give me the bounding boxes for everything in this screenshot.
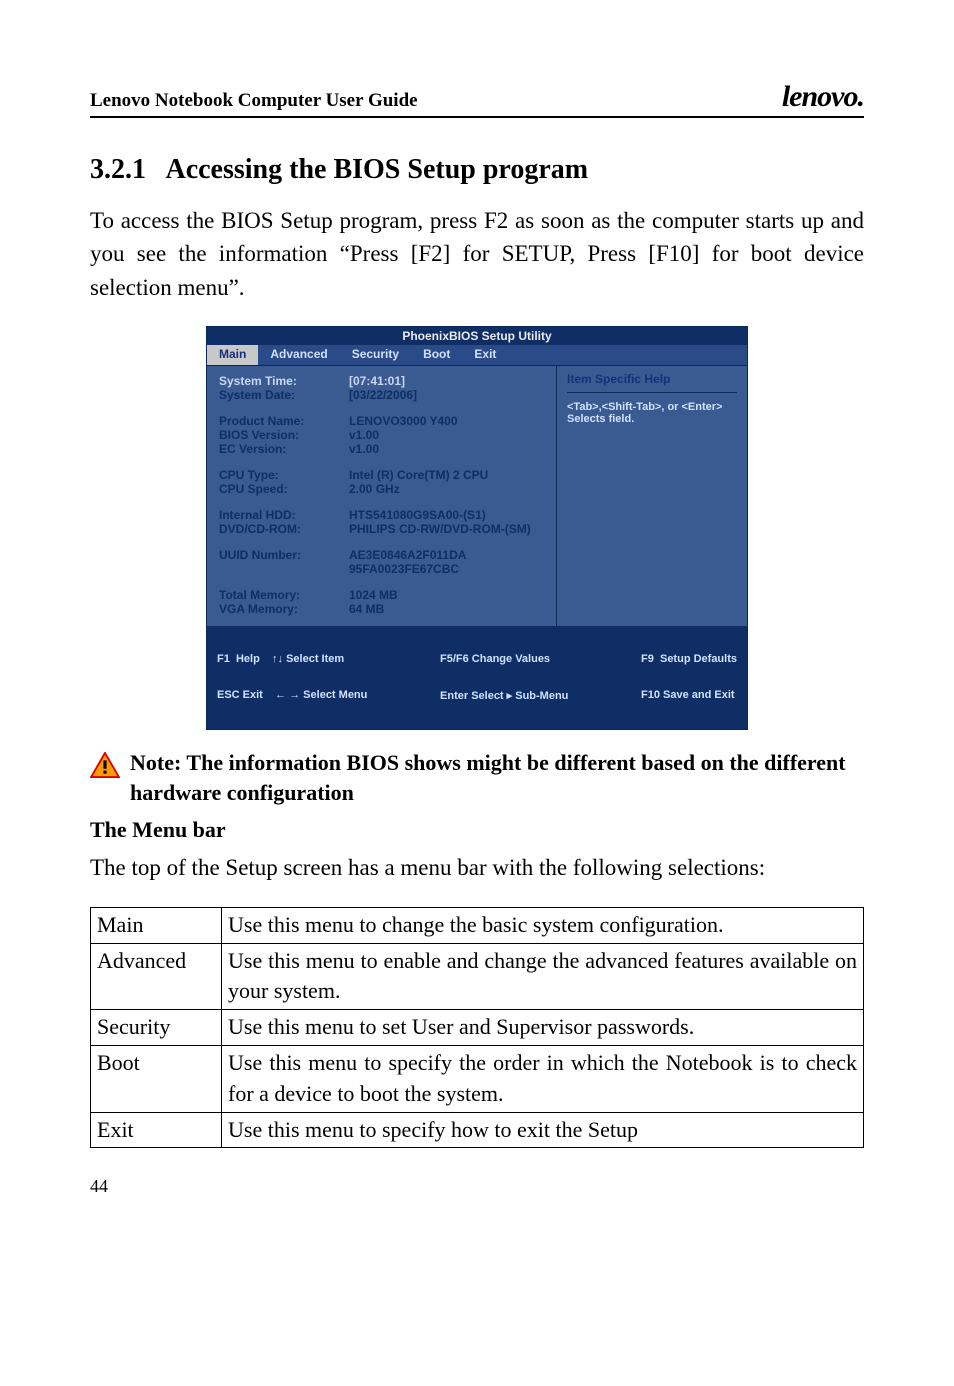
- label-ec-version: EC Version:: [219, 442, 349, 456]
- bios-footer-f1: F1 Help ↑↓ Select Item: [217, 653, 367, 665]
- value-cpu-speed: 2.00 GHz: [349, 482, 400, 496]
- page-number: 44: [90, 1176, 864, 1197]
- value-system-date[interactable]: [03/22/2006]: [349, 388, 417, 402]
- label-uuid: UUID Number:: [219, 548, 349, 576]
- bios-footer-f10: F10 Save and Exit: [641, 689, 737, 701]
- bios-footer-right: F9 Setup Defaults F10 Save and Exit: [641, 629, 737, 726]
- bios-footer-mid: F5/F6 Change Values Enter Select ▸ Sub-M…: [440, 629, 568, 726]
- bios-window-title: PhoenixBIOS Setup Utility: [207, 327, 747, 345]
- bios-main-panel: System Time: [07:41:01] System Date: [03…: [207, 366, 557, 626]
- bios-help-text: <Tab>,<Shift-Tab>, or <Enter> Selects fi…: [567, 393, 737, 425]
- value-bios-version: v1.00: [349, 428, 379, 442]
- menu-bar-intro: The top of the Setup screen has a menu b…: [90, 851, 864, 884]
- value-uuid: AE3E0846A2F011DA 95FA0023FE67CBC: [349, 548, 466, 576]
- label-vga-memory: VGA Memory:: [219, 602, 349, 616]
- bios-screenshot: PhoenixBIOS Setup Utility Main Advanced …: [206, 326, 748, 730]
- bios-footer-esc: ESC Exit ← → Select Menu: [217, 689, 367, 701]
- bios-tab-advanced[interactable]: Advanced: [258, 345, 339, 365]
- page-header: Lenovo Notebook Computer User Guide leno…: [90, 80, 864, 118]
- section-number: 3.2.1: [90, 154, 146, 185]
- note-block: Note: The information BIOS shows might b…: [90, 748, 864, 807]
- table-row: Exit Use this menu to specify how to exi…: [91, 1112, 864, 1148]
- menu-name-security: Security: [91, 1010, 222, 1046]
- table-row: Security Use this menu to set User and S…: [91, 1010, 864, 1046]
- menu-name-main: Main: [91, 907, 222, 943]
- value-internal-hdd: HTS541080G9SA00-(S1): [349, 508, 486, 522]
- menu-bar-heading: The Menu bar: [90, 817, 864, 843]
- menu-table: Main Use this menu to change the basic s…: [90, 907, 864, 1149]
- warning-icon: [90, 752, 120, 778]
- value-ec-version: v1.00: [349, 442, 379, 456]
- bios-footer-f9: F9 Setup Defaults: [641, 653, 737, 665]
- menu-desc-main: Use this menu to change the basic system…: [222, 907, 864, 943]
- value-system-time[interactable]: [07:41:01]: [349, 374, 405, 388]
- bios-tab-main[interactable]: Main: [207, 345, 258, 365]
- value-cpu-type: Intel (R) Core(TM) 2 CPU: [349, 468, 488, 482]
- bios-help-panel: Item Specific Help <Tab>,<Shift-Tab>, or…: [557, 366, 747, 626]
- value-uuid-line2: 95FA0023FE67CBC: [349, 562, 466, 576]
- table-row: Advanced Use this menu to enable and cha…: [91, 943, 864, 1010]
- bios-help-title: Item Specific Help: [567, 372, 737, 393]
- header-doc-title: Lenovo Notebook Computer User Guide: [90, 90, 418, 112]
- menu-desc-exit: Use this menu to specify how to exit the…: [222, 1112, 864, 1148]
- intro-paragraph: To access the BIOS Setup program, press …: [90, 204, 864, 304]
- bios-footer-f5f6: F5/F6 Change Values: [440, 653, 568, 665]
- label-total-memory: Total Memory:: [219, 588, 349, 602]
- label-bios-version: BIOS Version:: [219, 428, 349, 442]
- value-product-name: LENOVO3000 Y400: [349, 414, 458, 428]
- menu-name-exit: Exit: [91, 1112, 222, 1148]
- bios-footer-enter: Enter Select ▸ Sub-Menu: [440, 689, 568, 702]
- bios-tab-security[interactable]: Security: [340, 345, 411, 365]
- brand-logo: lenovo.: [782, 80, 864, 114]
- label-system-time: System Time:: [219, 374, 349, 388]
- section-title: Accessing the BIOS Setup program: [165, 154, 588, 185]
- bios-footer-left: F1 Help ↑↓ Select Item ESC Exit ← → Sele…: [217, 629, 367, 726]
- table-row: Main Use this menu to change the basic s…: [91, 907, 864, 943]
- menu-desc-advanced: Use this menu to enable and change the a…: [222, 943, 864, 1010]
- document-page: Lenovo Notebook Computer User Guide leno…: [0, 0, 954, 1237]
- section-heading: 3.2.1 Accessing the BIOS Setup program: [90, 154, 864, 186]
- label-internal-hdd: Internal HDD:: [219, 508, 349, 522]
- label-cpu-speed: CPU Speed:: [219, 482, 349, 496]
- bios-menu-bar: Main Advanced Security Boot Exit: [207, 345, 747, 365]
- bios-body: System Time: [07:41:01] System Date: [03…: [207, 365, 747, 626]
- note-text: Note: The information BIOS shows might b…: [130, 748, 864, 807]
- bios-tab-boot[interactable]: Boot: [411, 345, 462, 365]
- value-dvd-cdrom: PHILIPS CD-RW/DVD-ROM-(SM): [349, 522, 531, 536]
- value-total-memory: 1024 MB: [349, 588, 398, 602]
- label-product-name: Product Name:: [219, 414, 349, 428]
- label-dvd-cdrom: DVD/CD-ROM:: [219, 522, 349, 536]
- table-row: Boot Use this menu to specify the order …: [91, 1045, 864, 1112]
- menu-name-boot: Boot: [91, 1045, 222, 1112]
- menu-desc-security: Use this menu to set User and Supervisor…: [222, 1010, 864, 1046]
- bios-tab-exit[interactable]: Exit: [462, 345, 508, 365]
- label-system-date: System Date:: [219, 388, 349, 402]
- bios-footer: F1 Help ↑↓ Select Item ESC Exit ← → Sele…: [207, 626, 747, 729]
- value-vga-memory: 64 MB: [349, 602, 384, 616]
- menu-name-advanced: Advanced: [91, 943, 222, 1010]
- value-uuid-line1: AE3E0846A2F011DA: [349, 548, 466, 562]
- menu-desc-boot: Use this menu to specify the order in wh…: [222, 1045, 864, 1112]
- label-cpu-type: CPU Type:: [219, 468, 349, 482]
